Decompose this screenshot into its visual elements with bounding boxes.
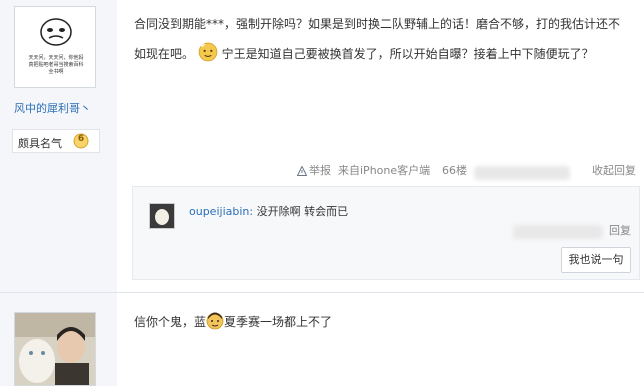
post1-username-link[interactable]: 风中的犀利哥丶 [14,100,91,116]
source-label: 来自iPhone客户端 [338,164,431,177]
floor-number: 66楼 [442,164,467,177]
post2-content: 信你个鬼，蓝 夏季赛一场都上不了 [134,312,332,330]
post-separator [0,292,644,293]
level-number: 6 [77,134,85,144]
report-warning-icon[interactable] [297,166,307,176]
post1-content-line2-b: 宁王是知道自己要被换首发了，所以开始自曝？接着上中下随便玩了？ [221,47,594,61]
rank-badge: 颇具名气 6 [12,129,100,153]
post1-content-line2-a: 如现在吧。 [134,47,195,61]
blurred-timestamp [474,166,570,180]
post2-content-b: 夏季赛一场都上不了 [224,315,333,329]
avatar-caption-line: 真把贴吧老哥当搜索百科 [28,62,84,68]
avatar-caption-line: 全书啊 [48,69,64,75]
reply-avatar[interactable] [149,203,175,229]
reply-box: oupeijiabin: 没开除啊 转会而已 回复 我也说一句 [132,186,640,280]
post2-content-a: 信你个鬼，蓝 [134,315,207,329]
reply-link[interactable]: 回复 [609,222,631,238]
post2-avatar[interactable] [14,312,96,386]
reply-username-link[interactable]: oupeijiabin: [189,205,253,218]
avatar-caption: 天天问，天天问，你他妈 真把贴吧老哥当搜索百科 全书啊 [19,55,93,76]
avatar-caption-line: 天天问，天天问，你他妈 [28,55,84,61]
avatar-photo-icon [15,313,95,385]
post1-content-line2: 如现在吧。 宁王是知道自己要被换首发了，所以开始自曝？接着上中下随便玩了？ [134,40,594,69]
face-emoji-icon [206,312,224,330]
level-badge: 6 [73,133,89,149]
shy-face-emoji-icon [198,42,218,62]
post1-content-line1: 合同没到期能***，强制开除吗？如果是到时换二队野辅上的话！磨合不够，打的我估计… [134,17,621,31]
report-link[interactable]: 举报 [309,162,331,178]
reply-line: oupeijiabin: 没开除啊 转会而已 [189,203,348,219]
collapse-replies-link[interactable]: 收起回复 [592,162,636,178]
reply-text: 没开除啊 转会而已 [256,205,349,218]
i-also-say-button[interactable]: 我也说一句 [561,247,631,273]
avatar-egg-icon [150,204,174,228]
rank-label: 颇具名气 [18,137,62,150]
blurred-reply-time [513,225,603,239]
post1-avatar[interactable]: 天天问，天天问，你他妈 真把贴吧老哥当搜索百科 全书啊 [14,6,96,88]
meme-face-icon [40,18,72,46]
